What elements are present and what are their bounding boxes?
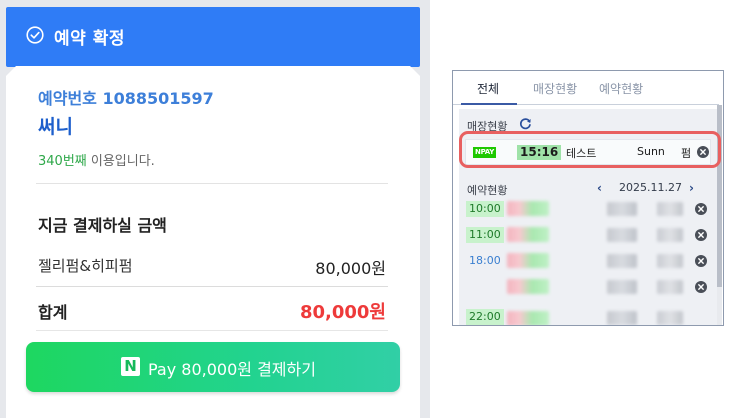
reservation-row[interactable]: 11:00 [459, 223, 717, 249]
reservation-row[interactable]: 18:00 [459, 249, 717, 275]
close-circle-icon[interactable] [695, 255, 707, 267]
blurred-customer-name [507, 253, 549, 268]
naver-pay-button[interactable]: N Pay 80,000원 결제하기 [26, 342, 400, 392]
reservation-time: 10:00 [466, 201, 504, 217]
blurred-customer-name [507, 311, 549, 325]
blurred-customer-info [607, 228, 637, 242]
blurred-customer-info [607, 311, 637, 325]
reservation-row[interactable]: 22:00 [459, 301, 717, 325]
blurred-customer-info [607, 202, 637, 216]
total-label: 합계 [38, 303, 68, 322]
divider [36, 183, 388, 184]
reservation-time: 11:00 [466, 227, 504, 243]
reservation-time: 22:00 [466, 309, 504, 325]
reservation-row[interactable] [459, 275, 717, 301]
confirm-header-title: 예약 확정 [54, 29, 125, 49]
customer-name: 써니 [38, 116, 73, 138]
blurred-customer-info [607, 280, 637, 294]
reservation-date: 2025.11.27 [619, 181, 682, 194]
tab-all[interactable]: 전체 [477, 80, 499, 97]
reservation-time: 18:00 [469, 254, 501, 267]
blurred-service-info [657, 228, 683, 242]
blurred-customer-name [507, 279, 549, 294]
blurred-service-info [657, 254, 683, 268]
visit-count: 340번째 [38, 154, 87, 169]
chevron-left-icon[interactable]: ‹ [597, 181, 602, 195]
total-value: 80,000원 [299, 302, 386, 323]
blurred-service-info [657, 202, 683, 216]
booking-number: 예약번호 1088501597 [38, 89, 214, 108]
reservation-row[interactable]: 10:00 [459, 197, 717, 223]
highlight-outline [459, 131, 721, 168]
chevron-right-icon[interactable]: › [689, 181, 694, 195]
booking-card: 예약번호 1088501597 써니 340번째 이용입니다. 지금 결제하실 … [6, 66, 420, 418]
item-name: 젤리펌&히피펌 [38, 257, 133, 275]
reservation-time [466, 279, 472, 281]
close-circle-icon[interactable] [695, 281, 707, 293]
item-price: 80,000원 [315, 259, 386, 278]
blurred-customer-name [507, 227, 549, 242]
visit-suffix: 이용입니다. [86, 154, 155, 169]
pay-button-label: Pay 80,000원 결제하기 [148, 360, 316, 379]
divider [36, 330, 388, 331]
tab-store-status[interactable]: 매장현황 [533, 80, 577, 97]
active-tab-indicator [461, 103, 517, 105]
blurred-customer-name [507, 201, 549, 216]
confirm-header: 예약 확정 [6, 7, 420, 67]
blurred-customer-info [607, 254, 637, 268]
reservation-section-label: 예약현황 [467, 184, 508, 197]
blurred-service-info [657, 280, 683, 294]
visit-info: 340번째 이용입니다. [38, 150, 155, 169]
payment-title: 지금 결제하실 금액 [38, 216, 167, 235]
close-circle-icon[interactable] [695, 203, 707, 215]
status-panel: 전체 매장현황 예약현황 매장현황 NPAY 15:16 테스트 Sunn 펌 … [452, 70, 724, 326]
tab-bar: 전체 매장현황 예약현황 [453, 71, 723, 105]
blurred-service-info [657, 311, 683, 325]
tab-reservation-status[interactable]: 예약현황 [599, 80, 643, 97]
naver-pay-logo-icon: N [121, 357, 140, 376]
close-circle-icon[interactable] [695, 229, 707, 241]
refresh-icon[interactable] [519, 117, 532, 130]
divider [36, 286, 388, 287]
check-circle-icon [26, 26, 44, 44]
